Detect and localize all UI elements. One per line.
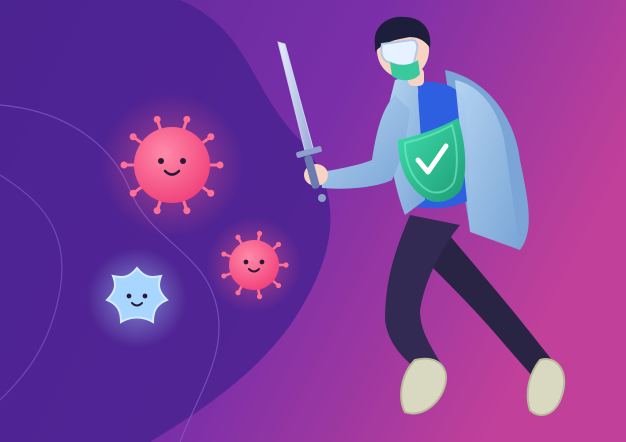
virus-spike-tip [283, 262, 289, 268]
virus-large [100, 93, 244, 237]
virus-spike-tip [275, 282, 282, 289]
virus-spike-tip [183, 207, 191, 215]
virus-spike-tip [153, 115, 161, 123]
virus-spike-tip [183, 115, 191, 123]
virus-spike-tip [256, 230, 263, 237]
virus-spike-tip [235, 234, 241, 240]
virus-spike-tip [235, 290, 241, 296]
virus-small [206, 217, 302, 313]
virus-spike-tip [275, 241, 282, 248]
illustration-scene [0, 0, 626, 442]
virus-spike-tip [256, 293, 263, 300]
sword-pommel [318, 194, 326, 202]
virus-spike-tip [153, 207, 161, 215]
germ-star [87, 248, 187, 348]
illustration [0, 0, 626, 442]
virus-spike-tip [221, 273, 227, 279]
virus-spike-tip [221, 251, 227, 257]
virus-spike-tip [129, 133, 137, 141]
virus-spike-tip [207, 189, 215, 197]
virus-spike-tip [120, 161, 128, 169]
virus-spike-tip [216, 161, 224, 169]
virus-spike-tip [207, 133, 215, 141]
virus-spike-tip [129, 189, 137, 197]
